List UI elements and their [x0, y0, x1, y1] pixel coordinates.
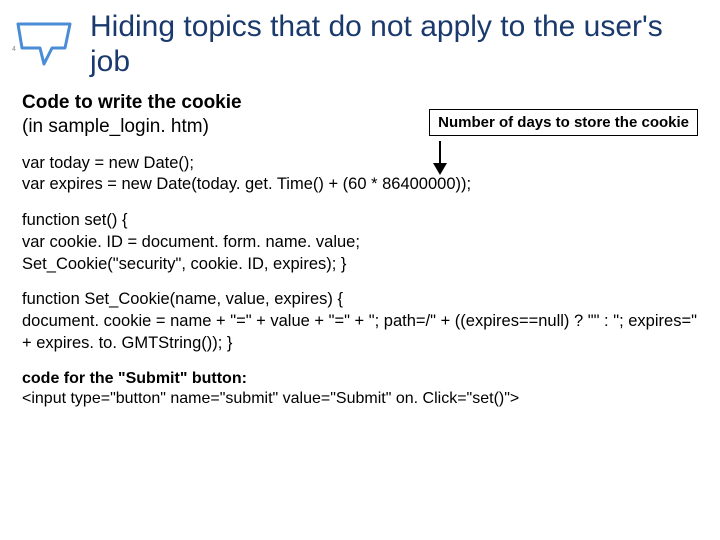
code-line: Set_Cookie("security", cookie. ID, expir… [22, 254, 698, 276]
code-block-1: var today = new Date(); var expires = ne… [22, 153, 698, 197]
logo-icon: 4 [10, 16, 80, 76]
page-title: Hiding topics that do not apply to the u… [90, 10, 700, 79]
code-line: var cookie. ID = document. form. name. v… [22, 232, 698, 254]
footer-bold: code for the "Submit" button: [22, 370, 247, 387]
page-number: 4 [12, 46, 16, 53]
code-line: var expires = new Date(today. get. Time(… [22, 174, 698, 196]
code-line: function set() { [22, 210, 698, 232]
subheading-bold: Code to write the cookie [22, 92, 242, 113]
code-line: document. cookie = name + "=" + value + … [22, 311, 698, 355]
callout-box: Number of days to store the cookie [429, 109, 698, 136]
code-line: var today = new Date(); [22, 153, 698, 175]
footer-plain: <input type="button" name="submit" value… [22, 390, 519, 407]
arrow-down-icon [430, 141, 450, 175]
code-block-2: function set() { var cookie. ID = docume… [22, 210, 698, 275]
subheading-plain: (in sample_login. htm) [22, 116, 209, 137]
footer-code: code for the "Submit" button: <input typ… [22, 369, 698, 411]
code-block-3: function Set_Cookie(name, value, expires… [22, 289, 698, 354]
code-line: function Set_Cookie(name, value, expires… [22, 289, 698, 311]
